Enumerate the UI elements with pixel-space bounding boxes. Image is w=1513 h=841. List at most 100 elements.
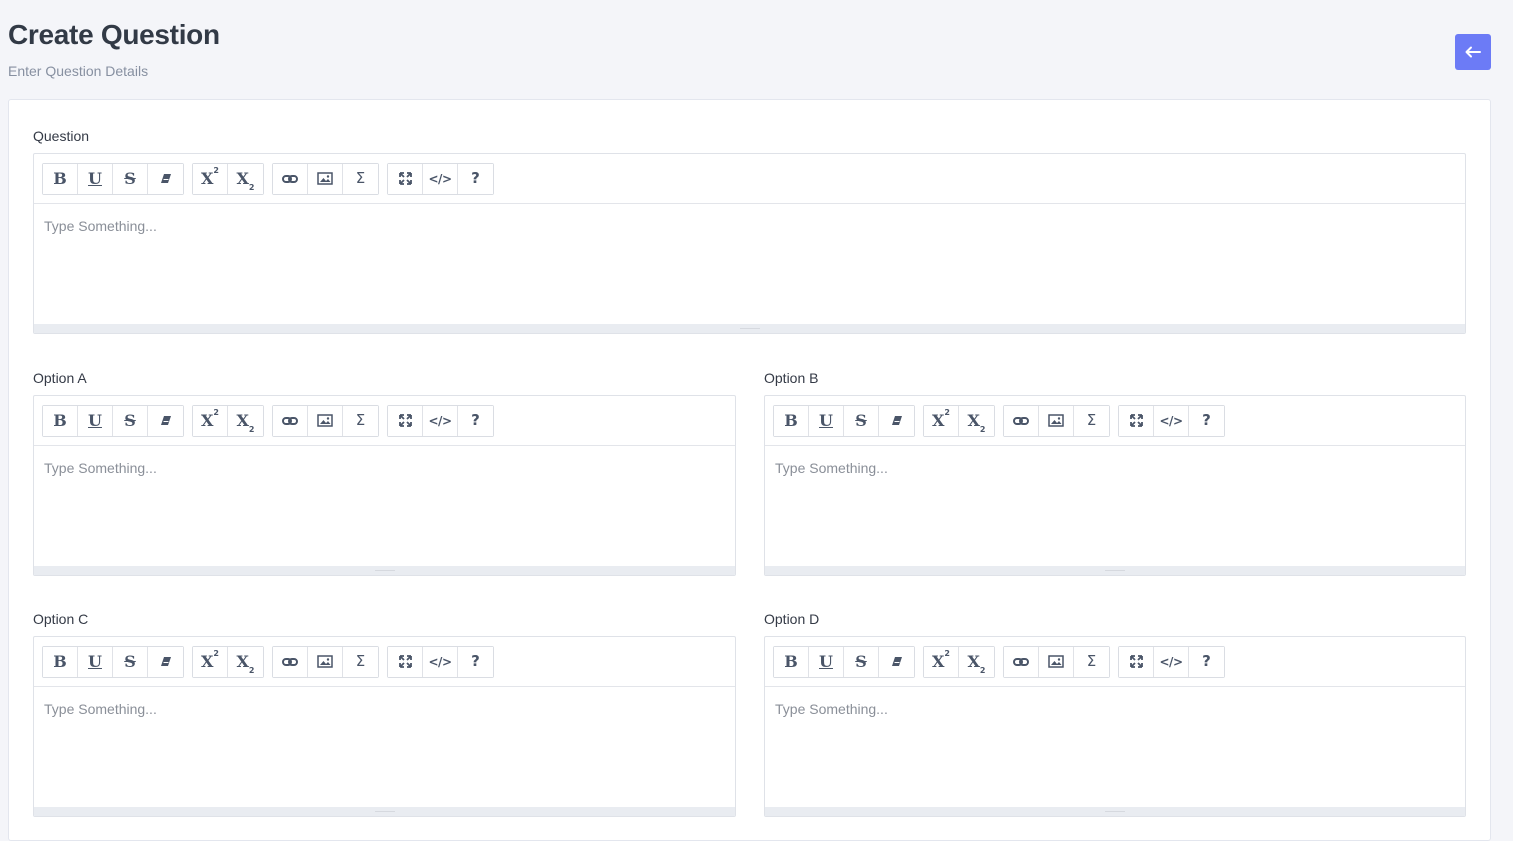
- sigma-icon: Σ: [1086, 411, 1097, 429]
- code-view-button[interactable]: </>: [1154, 646, 1189, 677]
- editor-resize-handle[interactable]: [765, 807, 1465, 816]
- sigma-button[interactable]: Σ: [1074, 646, 1109, 677]
- toolbar-button-group: BUS: [42, 162, 184, 195]
- toolbar-button-group: </>?: [387, 645, 494, 678]
- strikethrough-button[interactable]: S: [844, 405, 879, 436]
- help-button[interactable]: ?: [458, 646, 493, 677]
- code-view-button[interactable]: </>: [1154, 405, 1189, 436]
- editor-toolbar: B U S X 2 X 2 Σ </>?: [765, 637, 1465, 687]
- sigma-button[interactable]: Σ: [1074, 405, 1109, 436]
- eraser-button[interactable]: [148, 163, 183, 194]
- bold-button[interactable]: B: [43, 405, 78, 436]
- option-d-input[interactable]: Type Something...: [765, 687, 1465, 807]
- subscript-button[interactable]: X2: [228, 163, 263, 194]
- underline-button[interactable]: U: [78, 405, 113, 436]
- toolbar-button-group: X2 X2: [192, 162, 264, 195]
- option-c-input[interactable]: Type Something...: [34, 687, 735, 807]
- subscript-button[interactable]: X2: [228, 405, 263, 436]
- subscript-button[interactable]: X2: [959, 646, 994, 677]
- link-button[interactable]: [273, 163, 308, 194]
- underline-button[interactable]: U: [809, 405, 844, 436]
- superscript-button[interactable]: X2: [924, 405, 959, 436]
- eraser-button[interactable]: [879, 646, 914, 677]
- fullscreen-button[interactable]: [388, 163, 423, 194]
- code-view-button[interactable]: </>: [423, 405, 458, 436]
- editor-resize-handle[interactable]: [765, 566, 1465, 575]
- strikethrough-button[interactable]: S: [113, 646, 148, 677]
- underline-button[interactable]: U: [78, 646, 113, 677]
- image-button[interactable]: [308, 646, 343, 677]
- toolbar-button-group: X2 X2: [923, 404, 995, 437]
- underline-button[interactable]: U: [809, 646, 844, 677]
- sigma-button[interactable]: Σ: [343, 405, 378, 436]
- link-icon: [1013, 416, 1029, 426]
- eraser-icon: [160, 173, 172, 184]
- image-button[interactable]: [308, 163, 343, 194]
- sigma-button[interactable]: Σ: [343, 646, 378, 677]
- code-view-button[interactable]: </>: [423, 646, 458, 677]
- editor-resize-handle[interactable]: [34, 807, 735, 816]
- eraser-button[interactable]: [148, 405, 183, 436]
- toolbar-button-group: Σ: [1003, 404, 1110, 437]
- option-b-input[interactable]: Type Something...: [765, 446, 1465, 566]
- fullscreen-icon: [398, 655, 412, 668]
- option-b-label: Option B: [764, 370, 819, 386]
- superscript-icon: X2: [201, 165, 219, 188]
- subscript-button[interactable]: X2: [228, 646, 263, 677]
- strikethrough-button[interactable]: S: [844, 646, 879, 677]
- fullscreen-button[interactable]: [1119, 646, 1154, 677]
- strikethrough-icon: S: [124, 168, 136, 188]
- help-button[interactable]: ?: [458, 163, 493, 194]
- link-button[interactable]: [273, 405, 308, 436]
- image-button[interactable]: [1039, 646, 1074, 677]
- eraser-icon: [160, 656, 172, 667]
- subscript-button[interactable]: X2: [959, 405, 994, 436]
- sigma-button[interactable]: Σ: [343, 163, 378, 194]
- superscript-button[interactable]: X2: [193, 646, 228, 677]
- eraser-icon: [891, 415, 903, 426]
- bold-button[interactable]: B: [43, 646, 78, 677]
- link-button[interactable]: [1004, 646, 1039, 677]
- superscript-button[interactable]: X2: [193, 405, 228, 436]
- toolbar-button-group: Σ: [272, 162, 379, 195]
- toolbar-button-group: Σ: [272, 645, 379, 678]
- strikethrough-button[interactable]: S: [113, 405, 148, 436]
- underline-icon: U: [819, 410, 833, 430]
- bold-button[interactable]: B: [774, 646, 809, 677]
- link-button[interactable]: [1004, 405, 1039, 436]
- eraser-button[interactable]: [879, 405, 914, 436]
- subscript-icon: X2: [967, 410, 986, 434]
- toolbar-button-group: Σ: [1003, 645, 1110, 678]
- link-button[interactable]: [273, 646, 308, 677]
- fullscreen-button[interactable]: [388, 405, 423, 436]
- subscript-icon: X2: [236, 651, 255, 675]
- strikethrough-button[interactable]: S: [113, 163, 148, 194]
- fullscreen-button[interactable]: [1119, 405, 1154, 436]
- image-icon: [317, 172, 333, 185]
- editor-resize-handle[interactable]: [34, 324, 1465, 333]
- question-input[interactable]: Type Something...: [34, 204, 1465, 324]
- image-button[interactable]: [1039, 405, 1074, 436]
- bold-button[interactable]: B: [43, 163, 78, 194]
- help-button[interactable]: ?: [1189, 405, 1224, 436]
- option-c-editor: B U S X 2 X 2 Σ </>? Type Something...: [33, 636, 736, 817]
- question-form-card: Question B U S X 2 X 2 Σ </>? Type Something... O…: [8, 99, 1491, 841]
- help-icon: ?: [471, 411, 480, 429]
- editor-resize-handle[interactable]: [34, 566, 735, 575]
- underline-button[interactable]: U: [78, 163, 113, 194]
- help-button[interactable]: ?: [1189, 646, 1224, 677]
- code-view-button[interactable]: </>: [423, 163, 458, 194]
- back-button[interactable]: [1455, 34, 1491, 70]
- strikethrough-icon: S: [855, 410, 867, 430]
- help-button[interactable]: ?: [458, 405, 493, 436]
- bold-button[interactable]: B: [774, 405, 809, 436]
- fullscreen-icon: [398, 414, 412, 427]
- toolbar-button-group: X2 X2: [192, 404, 264, 437]
- fullscreen-button[interactable]: [388, 646, 423, 677]
- superscript-button[interactable]: X2: [193, 163, 228, 194]
- option-a-input[interactable]: Type Something...: [34, 446, 735, 566]
- image-button[interactable]: [308, 405, 343, 436]
- superscript-button[interactable]: X2: [924, 646, 959, 677]
- eraser-button[interactable]: [148, 646, 183, 677]
- sigma-icon: Σ: [355, 169, 366, 187]
